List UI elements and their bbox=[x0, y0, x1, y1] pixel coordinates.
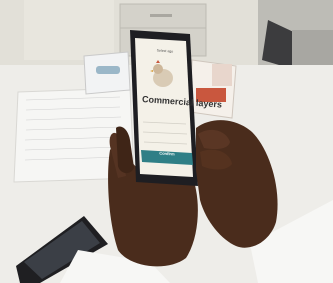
photo-scene bbox=[0, 0, 333, 283]
phone bbox=[130, 30, 198, 186]
left-cabinet bbox=[24, 0, 114, 60]
photo: Select age Commercial layers Confirm bbox=[0, 0, 333, 283]
